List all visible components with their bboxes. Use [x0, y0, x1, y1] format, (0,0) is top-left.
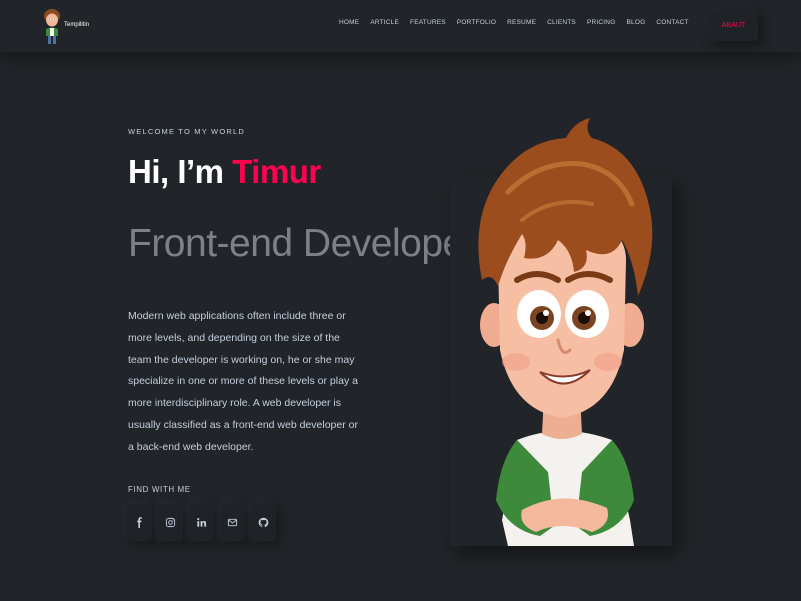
facebook-button[interactable]: [127, 504, 152, 541]
linkedin-button[interactable]: [189, 504, 214, 541]
nav-article[interactable]: ARTICLE: [370, 19, 399, 26]
hero-description: Modern web applications often include th…: [128, 310, 358, 453]
nav-portfolio[interactable]: PORTFOLIO: [457, 19, 496, 26]
social-links: [127, 504, 282, 541]
nav-contact[interactable]: CONTACT: [656, 19, 688, 26]
hero-name: Timur: [232, 153, 321, 190]
hero-avatar-image: [478, 118, 653, 546]
instagram-icon: [165, 517, 176, 528]
linkedin-icon: [197, 518, 207, 527]
github-button[interactable]: [251, 504, 276, 541]
instagram-button[interactable]: [158, 504, 183, 541]
github-icon: [258, 517, 269, 528]
nav-home[interactable]: HOME: [339, 19, 359, 26]
find-with-me-label: FIND WITH ME: [128, 485, 191, 494]
nav-pricing[interactable]: PRICING: [587, 19, 616, 26]
logo-avatar: [44, 9, 60, 44]
welcome-text: WELCOME TO MY WORLD: [128, 127, 245, 136]
nav-resume[interactable]: RESUME: [507, 19, 536, 26]
greeting-text: Hi, I’m: [128, 153, 233, 190]
nav-clients[interactable]: CLIENTS: [547, 19, 576, 26]
facebook-icon: [137, 517, 142, 528]
mail-button[interactable]: [220, 504, 245, 541]
logo-text: Tempilitin: [64, 22, 90, 28]
hero-role: Front-end Developer: [128, 222, 477, 265]
main-nav: HOME ARTICLE FEATURES PORTFOLIO RESUME C…: [339, 19, 700, 26]
hero-title: Hi, I’m Timur: [128, 153, 321, 191]
mail-icon: [227, 518, 238, 527]
about-button[interactable]: ABAUT: [709, 10, 758, 41]
nav-features[interactable]: FEATURES: [410, 19, 446, 26]
nav-blog[interactable]: BLOG: [626, 19, 645, 26]
logo[interactable]: Tempilitin: [42, 6, 89, 46]
site-header: Tempilitin HOME ARTICLE FEATURES PORTFOL…: [0, 0, 801, 52]
